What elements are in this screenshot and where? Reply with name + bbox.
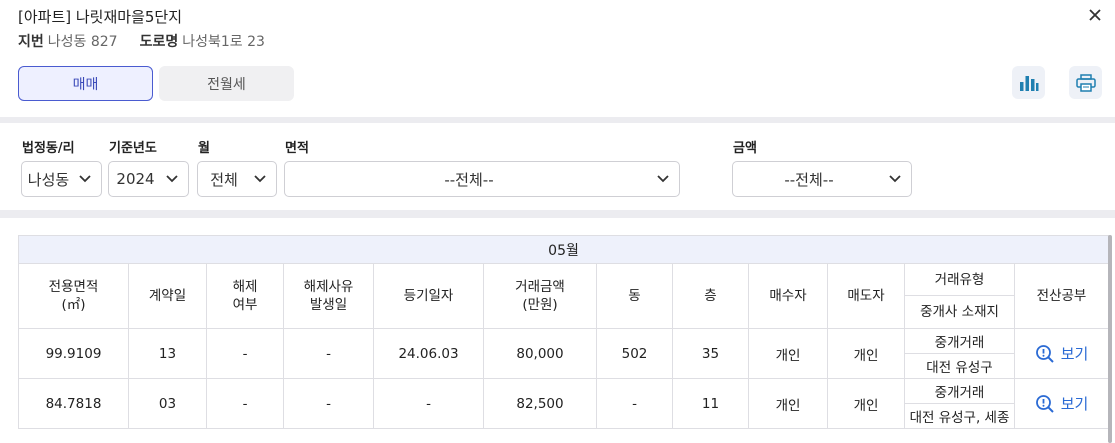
lot-label: 지번 <box>18 34 44 50</box>
area-select[interactable]: --전체-- <box>284 161 680 197</box>
price-select-value: --전체-- <box>784 170 834 189</box>
tab-sale[interactable]: 매매 <box>18 66 153 101</box>
filter-bar: 법정동/리 기준년도 월 면적 금액 나성동 2024 전체 --전체-- --… <box>0 123 1115 210</box>
col-cancel-date: 해제사유 발생일 <box>283 263 374 329</box>
view-button[interactable]: 보기 <box>1015 393 1108 414</box>
transaction-table: 05월 전용면적 (㎡) 계약일 해제 여부 해제사유 발생일 등기일자 거래금… <box>17 235 1110 429</box>
col-price: 거래금액 (만원) <box>483 263 597 329</box>
cell-cancel-date: - <box>283 378 374 429</box>
cell-price: 82,500 <box>483 378 597 429</box>
cell-buyer: 개인 <box>748 328 828 379</box>
cell-deal-type: 중개거래 <box>904 328 1015 354</box>
dong-label: 법정동/리 <box>22 141 75 156</box>
cell-deal-type: 중개거래 <box>904 378 1015 404</box>
cell-dong: - <box>596 378 673 429</box>
road-label: 도로명 <box>139 34 179 50</box>
lot-value: 나성동 827 <box>47 34 118 50</box>
cell-area: 84.7818 <box>18 378 129 429</box>
cell-agent-loc: 대전 유성구 <box>904 353 1015 379</box>
cell-price: 80,000 <box>483 328 597 379</box>
search-alert-icon <box>1035 394 1054 413</box>
month-select-value: 전체 <box>210 170 238 189</box>
dong-select[interactable]: 나성동 <box>21 161 102 197</box>
col-cancel: 해제 여부 <box>206 263 284 329</box>
dong-select-value: 나성동 <box>27 170 70 189</box>
search-alert-icon <box>1035 344 1054 363</box>
year-label: 기준년도 <box>109 141 157 156</box>
col-contract-day: 계약일 <box>128 263 207 329</box>
cell-contract-day: 03 <box>128 378 207 429</box>
col-buyer: 매수자 <box>748 263 828 329</box>
tab-rent[interactable]: 전월세 <box>159 66 294 101</box>
chevron-down-icon <box>885 175 905 183</box>
cell-agent-loc: 대전 유성구, 세종 <box>904 403 1015 429</box>
col-floor: 층 <box>672 263 749 329</box>
price-label: 금액 <box>733 141 757 156</box>
area-select-value: --전체-- <box>444 170 494 189</box>
month-label: 월 <box>198 141 210 156</box>
popup-header: [아파트] 나릿재마을5단지 지번 나성동 827 도로명 나성북1로 23 매매 전… <box>0 0 1115 117</box>
chevron-down-icon <box>75 175 95 183</box>
cell-cancel-date: - <box>283 328 374 379</box>
transaction-table-area: 05월 전용면적 (㎡) 계약일 해제 여부 해제사유 발생일 등기일자 거래금… <box>0 218 1115 443</box>
price-select[interactable]: --전체-- <box>732 161 912 197</box>
bar-chart-icon[interactable] <box>1012 66 1045 99</box>
view-label: 보기 <box>1060 395 1089 413</box>
cell-floor: 35 <box>672 328 749 379</box>
cell-reg-date: - <box>373 378 484 429</box>
col-reg-date: 등기일자 <box>373 263 484 329</box>
cell-contract-day: 13 <box>128 328 207 379</box>
view-button[interactable]: 보기 <box>1015 343 1108 364</box>
cell-seller: 개인 <box>827 378 905 429</box>
year-select-value: 2024 <box>116 170 155 188</box>
cell-reg-date: 24.06.03 <box>373 328 484 379</box>
cell-floor: 11 <box>672 378 749 429</box>
cell-seller: 개인 <box>827 328 905 379</box>
cell-buyer: 개인 <box>748 378 828 429</box>
cell-registry: 보기 <box>1013 328 1110 379</box>
chevron-down-icon <box>162 175 182 183</box>
chevron-down-icon <box>653 175 673 183</box>
col-seller: 매도자 <box>827 263 905 329</box>
page-title: [아파트] 나릿재마을5단지 <box>18 8 183 26</box>
col-deal-type: 거래유형 <box>904 263 1015 296</box>
close-icon[interactable] <box>1089 6 1101 25</box>
cell-registry: 보기 <box>1013 378 1110 429</box>
scrollbar[interactable] <box>1108 235 1112 443</box>
area-label: 면적 <box>285 141 309 156</box>
section-divider <box>0 210 1115 218</box>
month-select[interactable]: 전체 <box>197 161 277 197</box>
cell-area: 99.9109 <box>18 328 129 379</box>
printer-icon[interactable] <box>1069 66 1102 99</box>
table-row: 84.7818 03 - - - 82,500 - 11 개인 개인 중개거래 <box>18 378 1110 429</box>
col-registry: 전산공부 <box>1013 263 1110 329</box>
table-row: 99.9109 13 - - 24.06.03 80,000 502 35 개인… <box>18 328 1110 379</box>
cell-cancel: - <box>206 328 284 379</box>
col-dong: 동 <box>596 263 673 329</box>
cell-cancel: - <box>206 378 284 429</box>
cell-dong: 502 <box>596 328 673 379</box>
view-label: 보기 <box>1060 345 1089 363</box>
address-line: 지번 나성동 827 도로명 나성북1로 23 <box>18 31 265 51</box>
transaction-popup: [아파트] 나릿재마을5단지 지번 나성동 827 도로명 나성북1로 23 매매 전… <box>0 0 1115 443</box>
month-header: 05월 <box>17 235 1110 264</box>
road-value: 나성북1로 23 <box>182 34 265 50</box>
year-select[interactable]: 2024 <box>108 161 189 197</box>
col-agent-loc: 중개사 소재지 <box>904 295 1015 329</box>
col-area: 전용면적 (㎡) <box>18 263 129 329</box>
chevron-down-icon <box>250 175 270 183</box>
